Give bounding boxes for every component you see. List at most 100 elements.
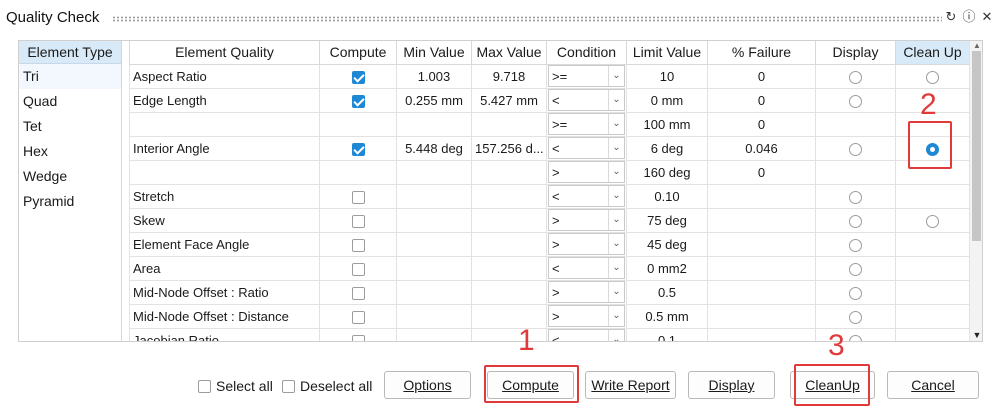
col-condition[interactable]: Condition xyxy=(546,41,627,65)
compute-checkbox[interactable] xyxy=(351,70,365,84)
compute-checkbox[interactable] xyxy=(351,286,365,300)
col-clean-up[interactable]: Clean Up xyxy=(895,41,970,65)
limit-value-cell[interactable]: 100 mm xyxy=(626,111,708,137)
compute-checkbox[interactable] xyxy=(351,142,365,156)
chevron-down-icon[interactable]: ⌄ xyxy=(608,210,624,230)
col-min-value[interactable]: Min Value xyxy=(396,41,472,65)
element-type-item[interactable]: Tet xyxy=(19,114,121,139)
compute-checkbox[interactable] xyxy=(351,190,365,204)
condition-select[interactable]: > ⌄ xyxy=(548,209,625,231)
display-radio[interactable] xyxy=(849,214,862,228)
condition-value: < xyxy=(552,260,560,276)
max-value-cell xyxy=(471,279,547,305)
compute-checkbox[interactable] xyxy=(351,214,365,228)
help-icon[interactable]: ⓘ xyxy=(962,9,976,25)
limit-value-cell[interactable]: 0.5 mm xyxy=(626,303,708,329)
element-type-item[interactable]: Wedge xyxy=(19,164,121,189)
element-type-item[interactable]: Tri xyxy=(19,64,121,89)
display-radio[interactable] xyxy=(849,262,862,276)
condition-select[interactable]: > ⌄ xyxy=(548,281,625,303)
table-row: Mid-Node Offset : Distance > ⌄ 0.5 mm xyxy=(129,303,970,329)
cancel-button[interactable]: Cancel xyxy=(887,371,979,399)
display-radio[interactable] xyxy=(849,238,862,252)
scroll-down-icon[interactable]: ▼ xyxy=(970,329,982,341)
limit-value-cell[interactable]: 10 xyxy=(626,64,708,89)
scrollbar-thumb[interactable] xyxy=(972,51,981,241)
cleanup-radio[interactable] xyxy=(926,70,939,84)
scroll-up-icon[interactable]: ▲ xyxy=(970,41,982,51)
compute-checkbox[interactable] xyxy=(351,310,365,324)
max-value-cell xyxy=(471,255,547,281)
display-radio[interactable] xyxy=(849,334,862,341)
chevron-down-icon[interactable]: ⌄ xyxy=(608,306,624,326)
chevron-down-icon[interactable]: ⌄ xyxy=(608,138,624,158)
chevron-down-icon[interactable]: ⌄ xyxy=(608,330,624,341)
chevron-down-icon[interactable]: ⌄ xyxy=(608,90,624,110)
compute-checkbox[interactable] xyxy=(351,334,365,341)
element-type-item[interactable]: Quad xyxy=(19,89,121,114)
write-report-button[interactable]: Write Report xyxy=(585,371,676,399)
display-radio[interactable] xyxy=(849,190,862,204)
close-icon[interactable]: ✕ xyxy=(980,9,994,25)
compute-checkbox[interactable] xyxy=(351,94,365,108)
chevron-down-icon[interactable]: ⌄ xyxy=(608,162,624,182)
chevron-down-icon[interactable]: ⌄ xyxy=(608,282,624,302)
limit-value-cell[interactable]: 160 deg xyxy=(626,159,708,185)
compute-checkbox[interactable] xyxy=(351,238,365,252)
limit-value-cell[interactable]: 0 mm2 xyxy=(626,255,708,281)
col-display[interactable]: Display xyxy=(815,41,896,65)
min-value-cell xyxy=(396,255,472,281)
vertical-scrollbar[interactable]: ▲ ▼ xyxy=(969,41,982,341)
compute-cell xyxy=(319,279,397,305)
condition-select[interactable]: < ⌄ xyxy=(548,257,625,279)
col-limit-value[interactable]: Limit Value xyxy=(626,41,708,65)
condition-select[interactable]: > ⌄ xyxy=(548,161,625,183)
select-all-option[interactable]: Select all xyxy=(198,378,273,394)
col-failure[interactable]: % Failure xyxy=(707,41,816,65)
limit-value-cell[interactable]: 45 deg xyxy=(626,231,708,257)
condition-select[interactable]: > ⌄ xyxy=(548,233,625,255)
limit-value-cell[interactable]: 75 deg xyxy=(626,207,708,233)
quality-table: Element Quality Compute Min Value Max Va… xyxy=(129,41,970,341)
cleanup-cell xyxy=(895,255,970,281)
condition-select[interactable]: >= ⌄ xyxy=(548,113,625,135)
refresh-icon[interactable]: ↻ xyxy=(944,9,958,25)
limit-value-cell[interactable]: 0.10 xyxy=(626,183,708,209)
chevron-down-icon[interactable]: ⌄ xyxy=(608,234,624,254)
title-drag-handle[interactable] xyxy=(112,16,942,22)
condition-select[interactable]: < ⌄ xyxy=(548,89,625,111)
compute-checkbox[interactable] xyxy=(351,262,365,276)
select-all-checkbox[interactable] xyxy=(198,379,211,393)
chevron-down-icon[interactable]: ⌄ xyxy=(608,66,624,86)
condition-select[interactable]: < ⌄ xyxy=(548,329,625,341)
chevron-down-icon[interactable]: ⌄ xyxy=(608,258,624,278)
element-type-item[interactable]: Hex xyxy=(19,139,121,164)
chevron-down-icon[interactable]: ⌄ xyxy=(608,114,624,134)
limit-value-cell[interactable]: 6 deg xyxy=(626,135,708,161)
deselect-all-checkbox[interactable] xyxy=(282,379,295,393)
condition-select[interactable]: > ⌄ xyxy=(548,305,625,327)
col-compute[interactable]: Compute xyxy=(319,41,397,65)
display-button[interactable]: Display xyxy=(688,371,775,399)
display-radio[interactable] xyxy=(849,310,862,324)
deselect-all-option[interactable]: Deselect all xyxy=(282,378,372,394)
display-radio[interactable] xyxy=(849,70,862,84)
col-element-quality[interactable]: Element Quality xyxy=(129,41,320,65)
condition-cell: > ⌄ xyxy=(546,231,627,257)
limit-value-cell[interactable]: 0.1 xyxy=(626,327,708,341)
condition-select[interactable]: < ⌄ xyxy=(548,185,625,207)
chevron-down-icon[interactable]: ⌄ xyxy=(608,186,624,206)
display-radio[interactable] xyxy=(849,94,862,108)
display-radio[interactable] xyxy=(849,286,862,300)
element-type-item[interactable]: Pyramid xyxy=(19,189,121,214)
cleanup-radio[interactable] xyxy=(926,214,939,228)
limit-value-cell[interactable]: 0.5 xyxy=(626,279,708,305)
condition-select[interactable]: >= ⌄ xyxy=(548,65,625,87)
condition-select[interactable]: < ⌄ xyxy=(548,137,625,159)
compute-cell xyxy=(319,255,397,281)
min-value-cell xyxy=(396,231,472,257)
display-radio[interactable] xyxy=(849,142,862,156)
limit-value-cell[interactable]: 0 mm xyxy=(626,87,708,113)
col-max-value[interactable]: Max Value xyxy=(471,41,547,65)
options-button[interactable]: Options xyxy=(384,371,471,399)
